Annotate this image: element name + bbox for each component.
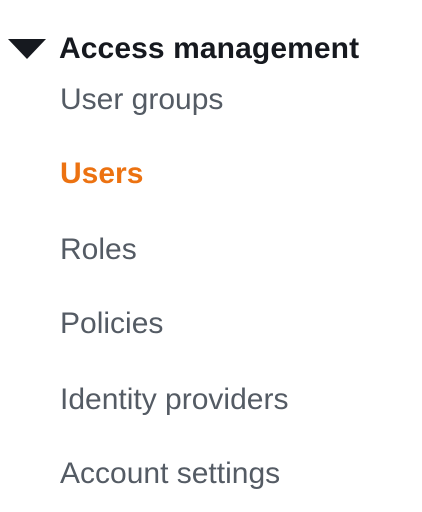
nav-item-users[interactable]: Users	[60, 154, 143, 194]
access-management-nav-section: Access management User groups Users Role…	[0, 0, 422, 512]
nav-item-policies[interactable]: Policies	[60, 304, 163, 344]
nav-item-account-settings[interactable]: Account settings	[60, 454, 280, 494]
section-toggle-access-management[interactable]: Access management	[8, 26, 359, 72]
section-title: Access management	[59, 32, 360, 65]
nav-item-user-groups[interactable]: User groups	[60, 80, 223, 120]
nav-item-roles[interactable]: Roles	[60, 230, 137, 270]
caret-down-icon	[8, 39, 46, 59]
nav-item-identity-providers[interactable]: Identity providers	[60, 380, 288, 420]
